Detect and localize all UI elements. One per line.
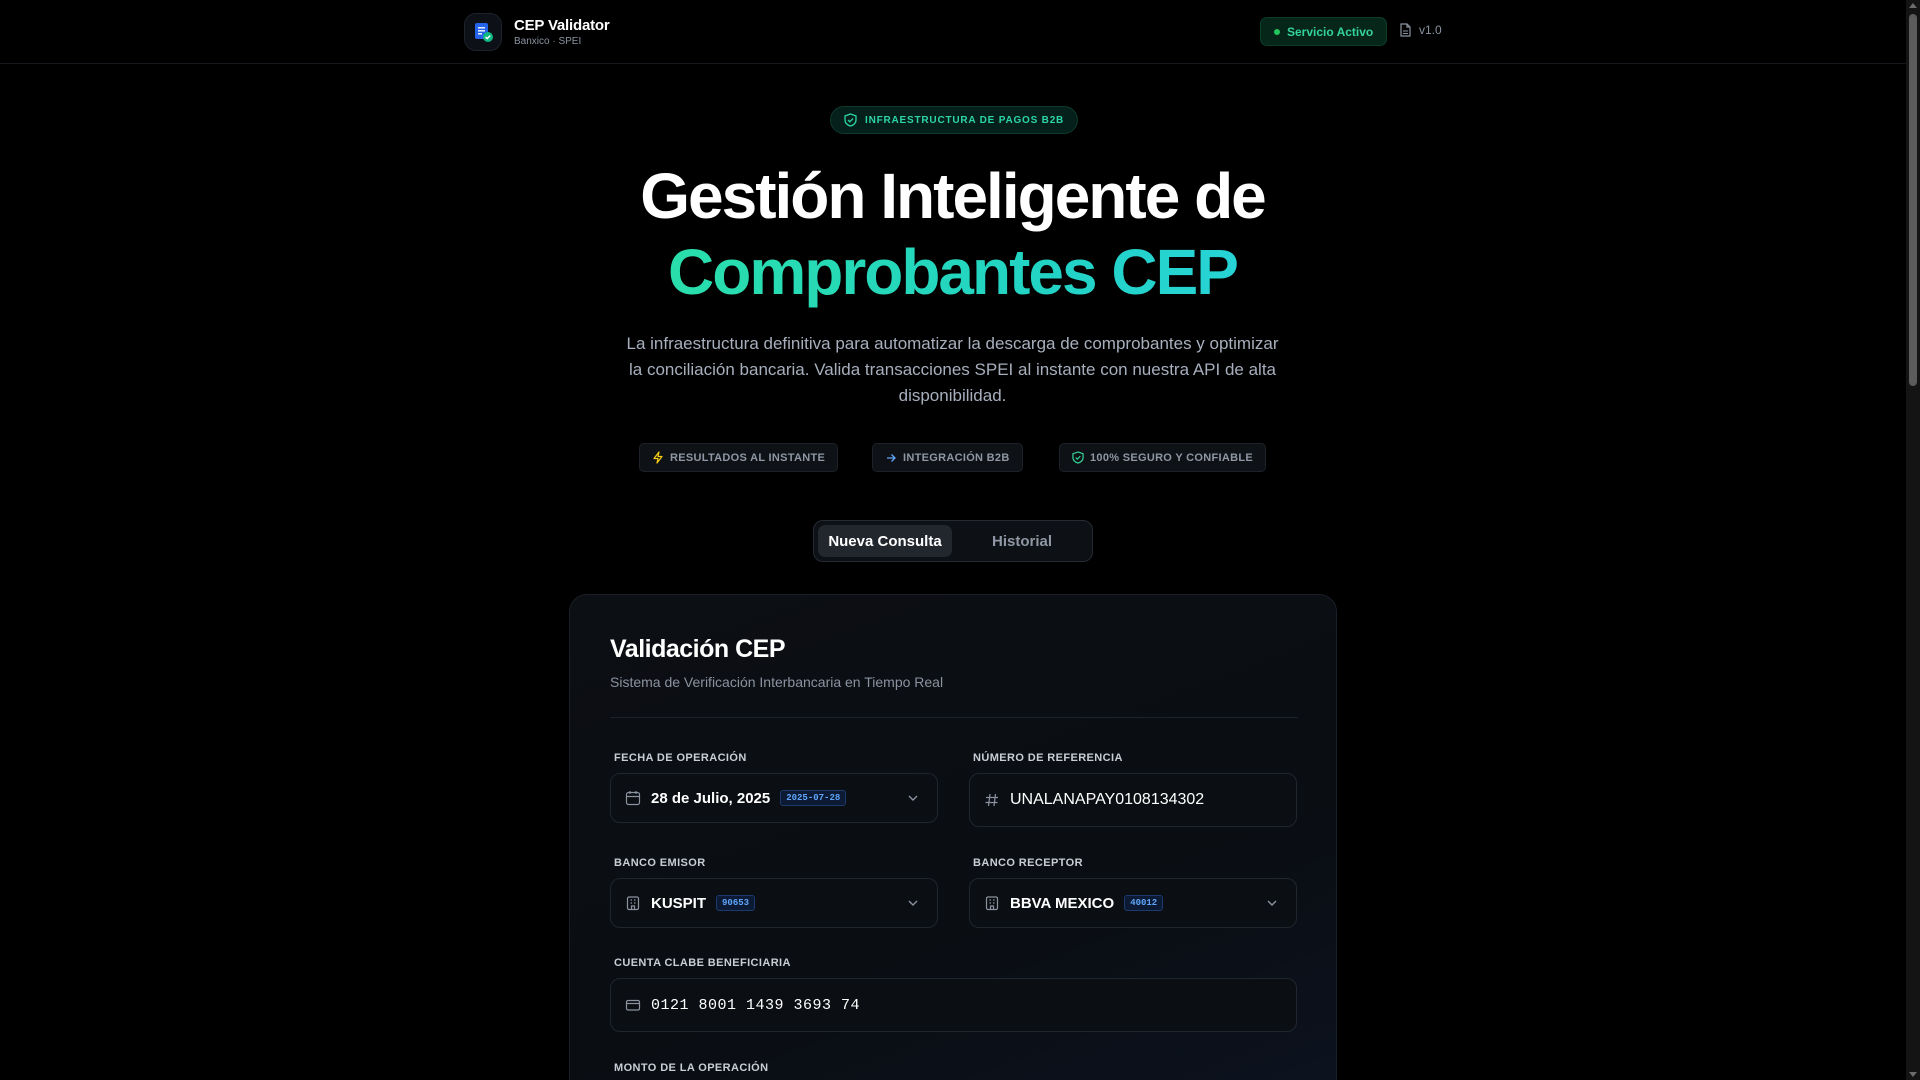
scrollbar-thumb[interactable] [1909, 14, 1917, 386]
fecha-iso-badge: 2025-07-28 [780, 790, 847, 806]
version-label: v1.0 [1419, 23, 1442, 37]
scroll-up-arrow-icon[interactable] [1909, 3, 1917, 8]
chevron-down-icon [1266, 897, 1278, 909]
shield-check-icon [844, 113, 857, 127]
arrow-right-icon [885, 452, 897, 464]
app-name: CEP Validator [514, 17, 610, 34]
chevron-down-icon [907, 897, 919, 909]
feature-chip-instant: RESULTADOS AL INSTANTE [639, 443, 839, 472]
scroll-down-arrow-icon[interactable] [1909, 1072, 1917, 1077]
app-subtitle: Banxico · SPEI [514, 36, 582, 47]
status-dot-icon [1274, 28, 1280, 35]
referencia-input[interactable]: UNALANAPAY0108134302 [969, 773, 1297, 827]
receptor-label: BANCO RECEPTOR [973, 857, 1083, 869]
hero-description: La infraestructura definitiva para autom… [626, 334, 1279, 405]
service-status-badge: Servicio Activo [1260, 17, 1388, 46]
view-tabs: Nueva Consulta Historial [813, 520, 1093, 562]
bank-icon [625, 895, 641, 911]
hero-title: Gestión Inteligente de Comprobantes CEP [460, 158, 1445, 310]
chevron-down-icon [907, 792, 919, 804]
file-icon [1399, 23, 1412, 37]
feature-chips: RESULTADOS AL INSTANTE INTEGRACIÓN B2B 1… [639, 443, 1267, 472]
feature-chip-label: 100% SEGURO Y CONFIABLE [1090, 451, 1253, 464]
emisor-value: KUSPIT [651, 894, 707, 912]
emisor-code-badge: 90653 [716, 895, 756, 911]
feature-chip-label: RESULTADOS AL INSTANTE [670, 451, 826, 464]
bank-icon [984, 895, 1000, 911]
card-divider [610, 717, 1298, 718]
emisor-label: BANCO EMISOR [614, 857, 706, 869]
brand[interactable]: CEP Validator Banxico · SPEI [464, 13, 610, 51]
emisor-select[interactable]: KUSPIT 90653 [610, 878, 938, 928]
referencia-value: UNALANAPAY0108134302 [1010, 791, 1205, 808]
receptor-value: BBVA MEXICO [1010, 894, 1115, 912]
version-link[interactable]: v1.0 [1399, 23, 1442, 37]
shield-check-icon [1072, 451, 1084, 464]
feature-chip-b2b: INTEGRACIÓN B2B [872, 443, 1023, 472]
card-title: Validación CEP [610, 635, 786, 663]
bolt-icon [652, 451, 664, 464]
credit-card-icon [625, 997, 641, 1013]
hero-badge: INFRAESTRUCTURA DE PAGOS B2B [830, 106, 1079, 134]
card-subtitle: Sistema de Verificación Interbancaria en… [610, 674, 944, 690]
feature-chip-secure: 100% SEGURO Y CONFIABLE [1059, 443, 1266, 472]
fecha-label: FECHA DE OPERACIÓN [614, 752, 747, 764]
document-check-icon [464, 13, 502, 51]
hero-title-line1: Gestión Inteligente de [640, 160, 1267, 232]
top-navigation-bar: CEP Validator Banxico · SPEI Servicio Ac… [0, 0, 1906, 64]
tab-nueva-consulta[interactable]: Nueva Consulta [818, 525, 952, 557]
hero-badge-label: INFRAESTRUCTURA DE PAGOS B2B [865, 114, 1065, 126]
hash-icon [984, 792, 1000, 808]
validation-card: Validación CEP Sistema de Verificación I… [569, 594, 1337, 1080]
hero-title-line2: Comprobantes CEP [460, 234, 1445, 310]
page-scrollbar[interactable] [1906, 0, 1920, 1080]
tab-historial[interactable]: Historial [956, 525, 1088, 557]
service-status-label: Servicio Activo [1287, 24, 1374, 39]
clabe-label: CUENTA CLABE BENEFICIARIA [614, 957, 791, 969]
feature-chip-label: INTEGRACIÓN B2B [903, 451, 1010, 464]
clabe-input[interactable]: 0121 8001 1439 3693 74 [610, 978, 1297, 1032]
receptor-code-badge: 40012 [1124, 895, 1164, 911]
referencia-label: NÚMERO DE REFERENCIA [973, 752, 1123, 764]
fecha-value: 28 de Julio, 2025 [651, 789, 771, 807]
monto-label: MONTO DE LA OPERACIÓN [614, 1062, 769, 1074]
receptor-select[interactable]: BBVA MEXICO 40012 [969, 878, 1297, 928]
clabe-value: 0121 8001 1439 3693 74 [651, 996, 861, 1014]
fecha-select[interactable]: 28 de Julio, 2025 2025-07-28 [610, 773, 938, 823]
calendar-icon [625, 790, 641, 806]
